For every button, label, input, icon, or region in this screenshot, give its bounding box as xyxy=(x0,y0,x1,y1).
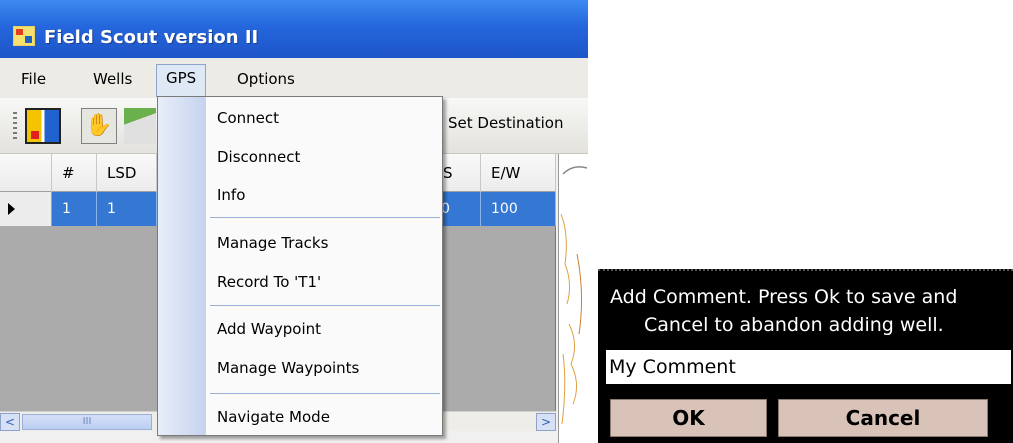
row-header[interactable] xyxy=(0,192,52,226)
grid-corner-cell xyxy=(0,154,52,192)
menu-item-add-waypoint[interactable]: Add Waypoint xyxy=(217,316,321,342)
cell-s[interactable]: 0 xyxy=(437,192,481,226)
scroll-right-icon[interactable]: > xyxy=(536,413,556,431)
cancel-button[interactable]: Cancel xyxy=(778,399,988,437)
add-comment-dialog: Add Comment. Press Ok to save and Cancel… xyxy=(598,269,1013,443)
menu-item-record-to-t1[interactable]: Record To 'T1' xyxy=(217,269,321,295)
current-row-arrow-icon xyxy=(8,203,15,215)
menu-item-manage-tracks[interactable]: Manage Tracks xyxy=(217,230,328,256)
cell-ew[interactable]: 100 xyxy=(481,192,556,226)
set-destination-button[interactable]: Set Destination xyxy=(448,114,563,132)
toolbar-grip-icon[interactable] xyxy=(13,112,17,140)
ok-button[interactable]: OK xyxy=(610,399,767,437)
dialog-message-line2: Cancel to abandon adding well. xyxy=(644,314,944,336)
scroll-thumb[interactable]: III xyxy=(22,414,152,430)
gps-menu-dropdown: Connect Disconnect Info Manage Tracks Re… xyxy=(157,96,443,436)
column-header-ew[interactable]: E/W xyxy=(481,154,556,192)
column-header-lsd[interactable]: LSD xyxy=(97,154,157,192)
menu-item-info[interactable]: Info xyxy=(217,182,245,208)
menu-gutter xyxy=(158,97,206,435)
cell-lsd[interactable]: 1 xyxy=(97,192,157,226)
app-icon xyxy=(13,26,35,46)
map-icon[interactable] xyxy=(25,108,61,144)
hand-icon[interactable]: ✋ xyxy=(81,108,117,144)
window-title: Field Scout version II xyxy=(44,27,259,48)
route-icon[interactable] xyxy=(124,108,156,144)
menu-options[interactable]: Options xyxy=(228,66,304,92)
menu-item-disconnect[interactable]: Disconnect xyxy=(217,144,300,170)
title-bar[interactable]: Field Scout version II xyxy=(0,0,588,58)
column-header-s[interactable]: S xyxy=(437,154,481,192)
field-scout-window: Field Scout version II File Wells GPS Op… xyxy=(0,0,588,443)
map-contours-icon xyxy=(560,166,588,425)
map-panel[interactable] xyxy=(558,154,588,443)
menu-wells[interactable]: Wells xyxy=(84,66,141,92)
column-header-num[interactable]: # xyxy=(52,154,97,192)
dialog-message-line1: Add Comment. Press Ok to save and xyxy=(610,286,958,308)
scroll-left-icon[interactable]: < xyxy=(0,413,20,431)
menu-item-navigate-mode[interactable]: Navigate Mode xyxy=(217,404,330,430)
cell-num[interactable]: 1 xyxy=(52,192,97,226)
menu-file[interactable]: File xyxy=(12,66,55,92)
dialog-top-border xyxy=(598,269,1013,274)
comment-input[interactable] xyxy=(606,350,1011,384)
menu-item-manage-waypoints[interactable]: Manage Waypoints xyxy=(217,355,359,381)
menu-gps[interactable]: GPS xyxy=(156,64,207,97)
menu-separator xyxy=(210,305,440,306)
menu-item-connect[interactable]: Connect xyxy=(217,105,279,131)
menu-separator xyxy=(210,217,440,218)
menu-bar: File Wells GPS Options xyxy=(0,58,588,98)
menu-separator xyxy=(210,393,440,394)
